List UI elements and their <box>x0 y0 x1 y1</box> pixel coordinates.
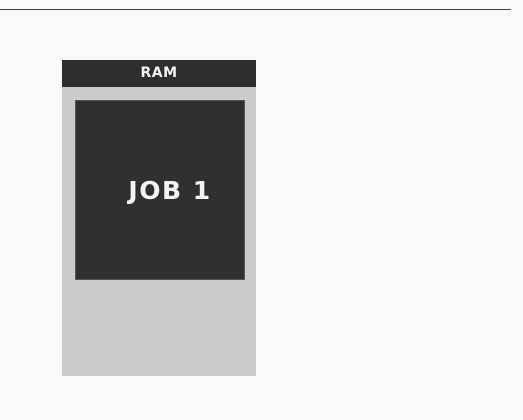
job-label: JOB 1 <box>128 175 212 205</box>
ram-header: RAM <box>62 60 256 87</box>
ram-label: RAM <box>140 65 178 81</box>
ram-memory-block: RAM JOB 1 <box>62 60 256 376</box>
job-block: JOB 1 <box>75 100 245 280</box>
top-divider <box>0 9 511 10</box>
